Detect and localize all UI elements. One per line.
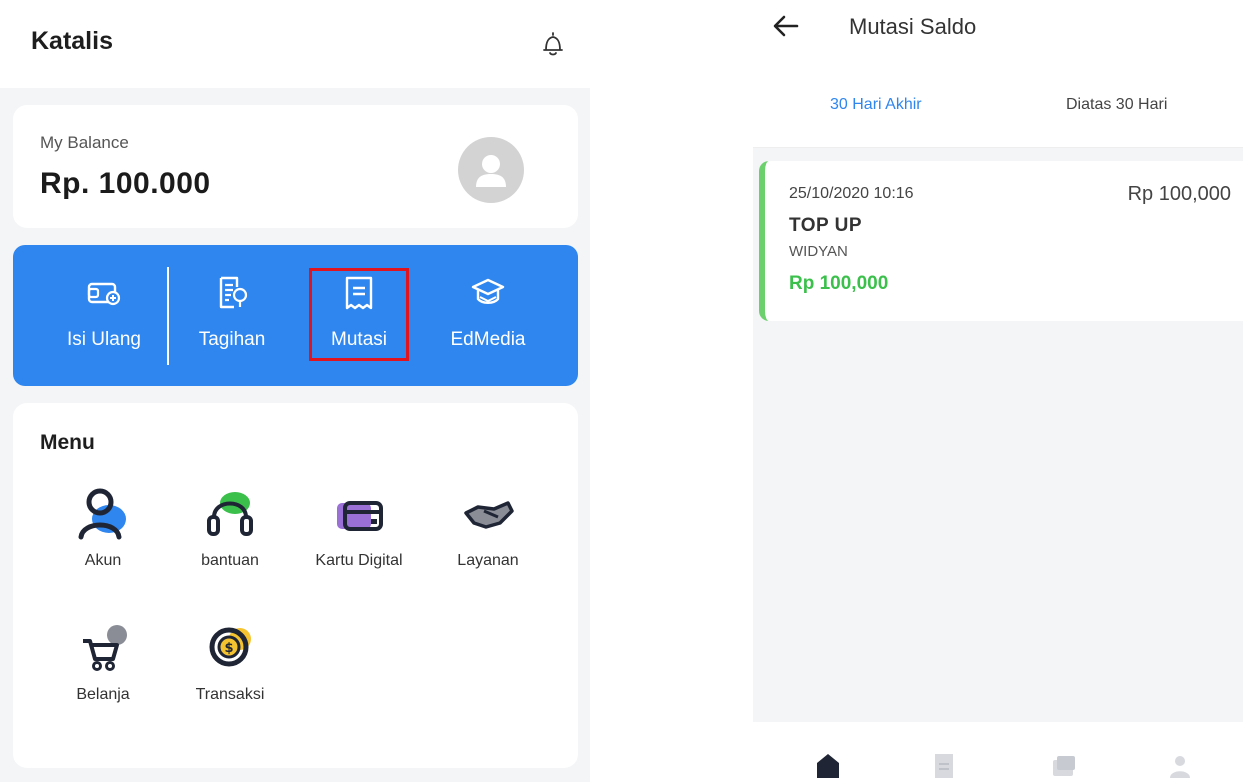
tab-diatas-30-hari[interactable]: Diatas 30 Hari [1066,96,1167,114]
avatar[interactable] [458,137,524,203]
menu-label: Akun [84,552,122,569]
tab-30-hari-akhir[interactable]: 30 Hari Akhir [830,96,922,114]
menu-item-transaksi[interactable]: $ Transaksi [170,621,290,704]
quick-action-bar: Isi Ulang Tagihan Mutasi EdMedia [13,245,578,386]
menu-label: Belanja [76,686,130,703]
bell-icon[interactable] [540,30,566,58]
action-label: Tagihan [198,329,266,350]
menu-item-belanja[interactable]: Belanja [43,621,163,704]
menu-item-bantuan[interactable]: bantuan [170,487,290,570]
balance-value: Rp. 100.000 [40,167,211,200]
cart-icon [83,625,127,671]
mutasi-screen: Mutasi Saldo 30 Hari Akhir Diatas 30 Har… [753,0,1243,782]
coin-icon: $ [209,627,251,667]
action-label: EdMedia [450,329,526,350]
transaction-card[interactable]: 25/10/2020 10:16 Rp 100,000 TOP UP WIDYA… [759,161,1243,321]
menu-label: bantuan [201,552,259,569]
action-isi-ulang[interactable]: Isi Ulang [39,245,169,386]
profile-icon[interactable] [1167,752,1193,778]
menu-item-akun[interactable]: Akun [43,487,163,570]
home-icon[interactable] [815,752,841,778]
headset-icon [207,492,253,536]
menu-label: Transaksi [195,686,265,703]
chat-icon[interactable] [1051,752,1077,778]
balance-card: My Balance Rp. 100.000 [13,105,578,228]
graduation-cap-icon [471,278,505,304]
mutasi-header: Mutasi Saldo [753,0,1243,60]
bill-icon [219,276,248,309]
back-arrow-icon[interactable] [771,12,801,40]
transaction-datetime: 25/10/2020 10:16 [789,185,914,202]
home-header: Katalis [0,0,590,88]
menu-title: Menu [40,431,95,454]
bottom-nav [753,722,1243,782]
menu-card: Menu Akun bantuan Kartu Digital Layanan … [13,403,578,768]
highlight-box [309,268,409,361]
handshake-icon [464,501,514,529]
transaction-amount-top: Rp 100,000 [1127,183,1231,205]
app-title: Katalis [31,27,113,55]
document-icon[interactable] [931,752,957,778]
action-tagihan[interactable]: Tagihan [167,245,297,386]
menu-item-layanan[interactable]: Layanan [428,487,548,570]
balance-label: My Balance [40,133,129,152]
transaction-name: WIDYAN [789,243,848,260]
page-title: Mutasi Saldo [849,14,977,39]
avatar-icon [476,155,506,187]
action-label: Isi Ulang [67,329,141,350]
home-screen: Katalis My Balance Rp. 100.000 Isi Ulang [0,0,590,782]
svg-text:$: $ [224,641,233,656]
transaction-amount: Rp 100,000 [789,273,889,294]
wallet-icon [87,282,121,306]
tab-bar: 30 Hari Akhir Diatas 30 Hari [753,60,1243,148]
transaction-type: TOP UP [789,215,863,236]
menu-label: Kartu Digital [315,552,403,569]
action-edmedia[interactable]: EdMedia [423,245,553,386]
menu-item-kartu-digital[interactable]: Kartu Digital [299,487,419,570]
card-icon [337,501,383,531]
user-icon [78,488,126,540]
menu-label: Layanan [457,552,519,569]
